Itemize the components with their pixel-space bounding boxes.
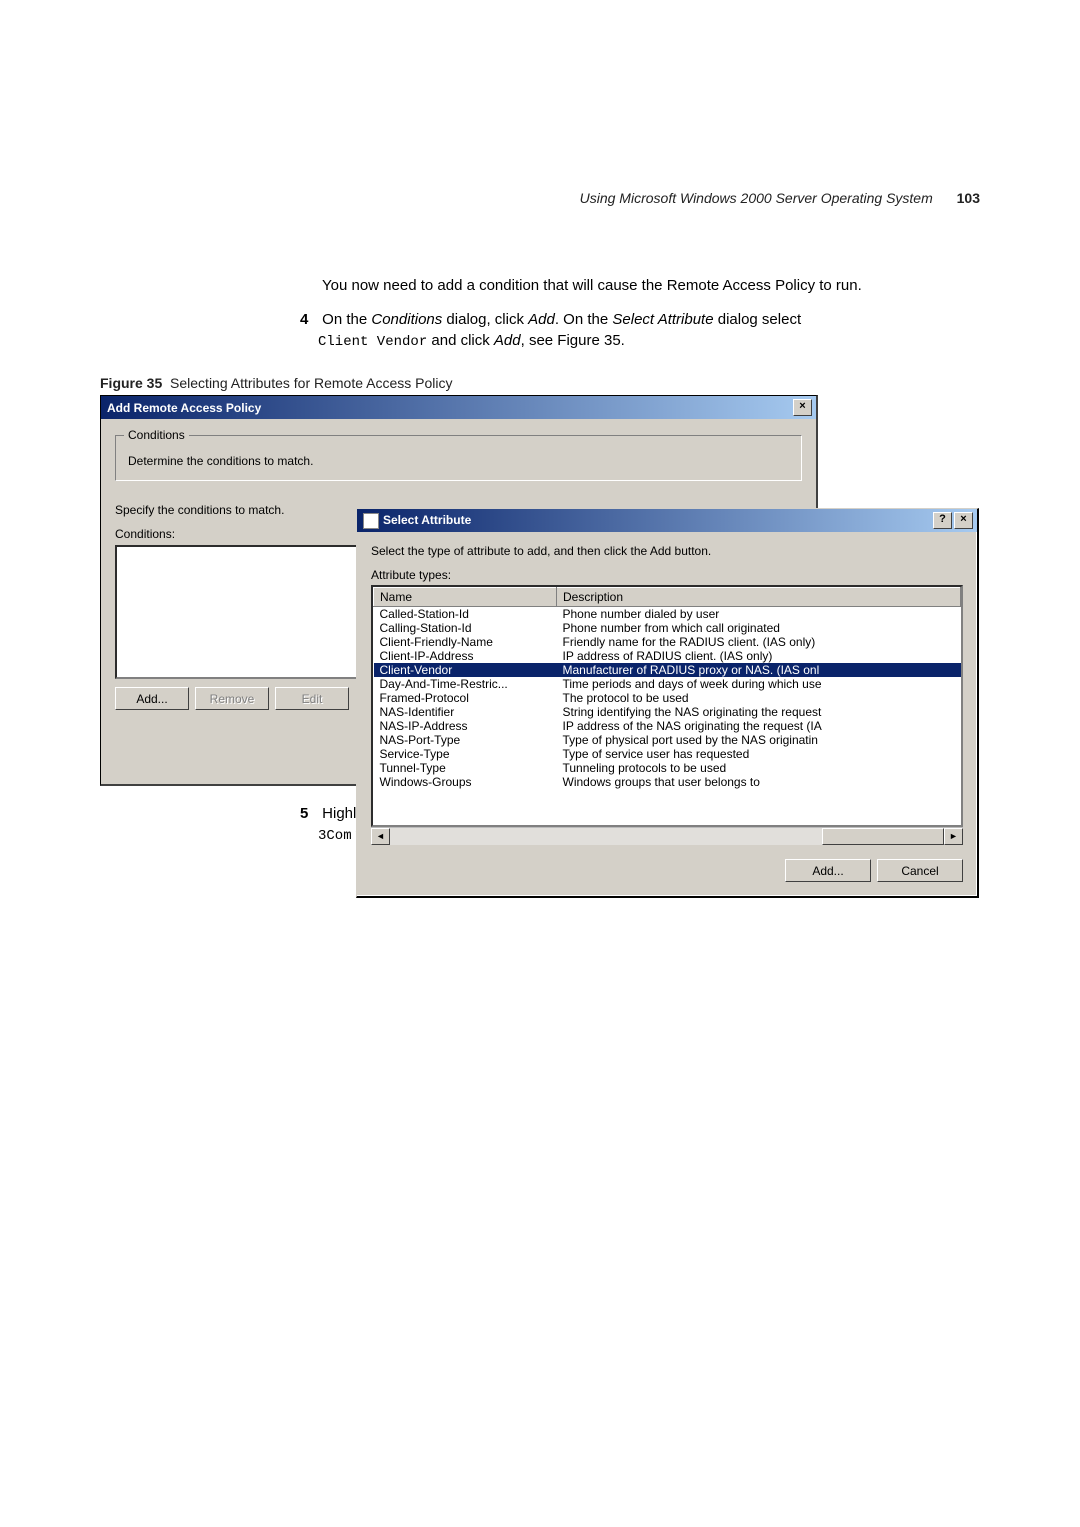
attr-name: NAS-Identifier — [374, 705, 557, 719]
attr-name: Framed-Protocol — [374, 691, 557, 705]
attr-name: Client-IP-Address — [374, 649, 557, 663]
attr-desc: Windows groups that user belongs to — [557, 775, 961, 789]
table-row[interactable]: Service-TypeType of service user has req… — [374, 747, 961, 761]
dialog1-titlebar[interactable]: Add Remote Access Policy × — [101, 396, 816, 419]
figure-text: Selecting Attributes for Remote Access P… — [170, 375, 452, 391]
scroll-left-icon[interactable]: ◄ — [371, 828, 390, 845]
table-row[interactable]: NAS-IdentifierString identifying the NAS… — [374, 705, 961, 719]
horizontal-scrollbar[interactable]: ◄ ► — [371, 827, 963, 845]
attr-name: NAS-IP-Address — [374, 719, 557, 733]
dialog2-titlebar[interactable]: Select Attribute ? × — [357, 509, 977, 532]
scroll-thumb[interactable] — [822, 828, 944, 845]
table-row[interactable]: Client-VendorManufacturer of RADIUS prox… — [374, 663, 961, 677]
table-row[interactable]: Calling-Station-IdPhone number from whic… — [374, 621, 961, 635]
remove-button: Remove — [195, 687, 269, 710]
attr-desc: Time periods and days of week during whi… — [557, 677, 961, 691]
close-icon[interactable]: × — [954, 512, 973, 529]
attr-name: Service-Type — [374, 747, 557, 761]
figure-caption: Figure 35 Selecting Attributes for Remot… — [100, 375, 980, 391]
groupbox-desc: Determine the conditions to match. — [128, 454, 789, 468]
attr-desc: String identifying the NAS originating t… — [557, 705, 961, 719]
cancel-button[interactable]: Cancel — [877, 859, 963, 882]
table-row[interactable]: Windows-GroupsWindows groups that user b… — [374, 775, 961, 789]
step5-number: 5 — [300, 804, 318, 824]
attr-name: Day-And-Time-Restric... — [374, 677, 557, 691]
header-title: Using Microsoft Windows 2000 Server Oper… — [580, 190, 933, 206]
close-icon[interactable]: × — [793, 399, 812, 416]
attr-name: Client-Vendor — [374, 663, 557, 677]
table-row[interactable]: Day-And-Time-Restric...Time periods and … — [374, 677, 961, 691]
table-row[interactable]: NAS-Port-TypeType of physical port used … — [374, 733, 961, 747]
attribute-list[interactable]: Name Description Called-Station-IdPhone … — [371, 585, 963, 827]
attr-name: Calling-Station-Id — [374, 621, 557, 635]
dialog2-title: Select Attribute — [383, 513, 471, 527]
col-name[interactable]: Name — [374, 588, 557, 607]
attr-desc: Type of physical port used by the NAS or… — [557, 733, 961, 747]
add-remote-access-policy-dialog: Add Remote Access Policy × Conditions De… — [100, 395, 818, 786]
conditions-groupbox: Conditions Determine the conditions to m… — [115, 435, 802, 481]
attr-desc: Phone number dialed by user — [557, 607, 961, 622]
attr-desc: Friendly name for the RADIUS client. (IA… — [557, 635, 961, 649]
attr-desc: IP address of the NAS originating the re… — [557, 719, 961, 733]
attr-desc: Type of service user has requested — [557, 747, 961, 761]
add-button[interactable]: Add... — [785, 859, 871, 882]
add-button[interactable]: Add... — [115, 687, 189, 710]
attr-name: NAS-Port-Type — [374, 733, 557, 747]
dialog2-desc: Select the type of attribute to add, and… — [371, 544, 963, 558]
step4-number: 4 — [300, 310, 318, 330]
attr-desc: The protocol to be used — [557, 691, 961, 705]
help-icon[interactable]: ? — [933, 512, 952, 529]
conditions-listbox[interactable] — [115, 545, 374, 679]
table-row[interactable]: Client-Friendly-NameFriendly name for th… — [374, 635, 961, 649]
app-icon — [363, 513, 379, 529]
figure-label: Figure 35 — [100, 375, 162, 391]
table-row[interactable]: Client-IP-AddressIP address of RADIUS cl… — [374, 649, 961, 663]
dialog1-title: Add Remote Access Policy — [107, 401, 261, 415]
table-row[interactable]: Tunnel-TypeTunneling protocols to be use… — [374, 761, 961, 775]
table-row[interactable]: NAS-IP-AddressIP address of the NAS orig… — [374, 719, 961, 733]
page-header: Using Microsoft Windows 2000 Server Oper… — [100, 190, 980, 206]
attribute-types-label: Attribute types: — [371, 568, 963, 582]
attribute-table: Name Description Called-Station-IdPhone … — [373, 587, 961, 789]
groupbox-legend: Conditions — [124, 428, 189, 442]
table-row[interactable]: Called-Station-IdPhone number dialed by … — [374, 607, 961, 622]
attr-name: Tunnel-Type — [374, 761, 557, 775]
scroll-right-icon[interactable]: ► — [944, 828, 963, 845]
attr-desc: Tunneling protocols to be used — [557, 761, 961, 775]
attr-desc: Manufacturer of RADIUS proxy or NAS. (IA… — [557, 663, 961, 677]
table-row[interactable]: Framed-ProtocolThe protocol to be used — [374, 691, 961, 705]
body-paragraph: You now need to add a condition that wil… — [322, 276, 980, 296]
attr-desc: Phone number from which call originated — [557, 621, 961, 635]
edit-button: Edit — [275, 687, 349, 710]
page-number: 103 — [957, 190, 980, 206]
col-description[interactable]: Description — [557, 588, 961, 607]
attr-name: Windows-Groups — [374, 775, 557, 789]
attr-desc: IP address of RADIUS client. (IAS only) — [557, 649, 961, 663]
step-4: 4 On the Conditions dialog, click Add. O… — [300, 310, 980, 351]
attr-name: Client-Friendly-Name — [374, 635, 557, 649]
select-attribute-dialog: Select Attribute ? × Select the type of … — [356, 508, 979, 898]
attr-name: Called-Station-Id — [374, 607, 557, 622]
